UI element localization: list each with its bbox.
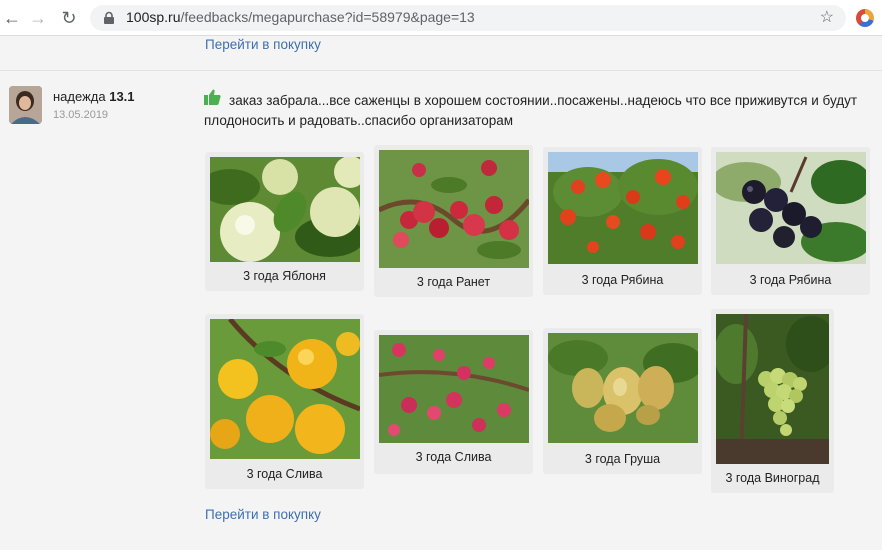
url-text: 100sp.ru/feedbacks/megapurchase?id=58979… <box>126 9 475 25</box>
apple-tree-photo <box>210 157 360 262</box>
photo-caption: 3 года Груша <box>584 452 661 466</box>
extension-icon[interactable] <box>856 9 874 27</box>
rowan-tree-photo <box>548 152 698 264</box>
reload-icon[interactable]: ↻ <box>57 6 81 30</box>
yellow-plum-photo <box>210 319 360 459</box>
photo-caption: 3 года Виноград <box>725 471 820 485</box>
review-date: 13.05.2019 <box>53 109 109 121</box>
chokeberry-photo <box>716 152 866 264</box>
photo-caption: 3 года Ранет <box>416 275 491 289</box>
photo-card[interactable]: 3 года Ранет <box>374 145 533 297</box>
review-author[interactable]: надежда 13.1 <box>53 89 135 104</box>
photo-card[interactable]: 3 года Виноград <box>711 309 834 493</box>
photo-caption: 3 года Рябина <box>581 273 664 287</box>
avatar[interactable] <box>9 86 42 124</box>
forward-arrow-icon[interactable]: → <box>26 6 50 30</box>
photo-caption: 3 года Слива <box>415 450 492 464</box>
photo-card[interactable]: 3 года Груша <box>543 328 702 474</box>
lock-icon <box>104 11 114 24</box>
photo-card[interactable]: 3 года Слива <box>205 314 364 489</box>
goto-purchase-link-top[interactable]: Перейти в покупку <box>205 37 321 52</box>
photo-card[interactable]: 3 года Яблоня <box>205 152 364 291</box>
pear-tree-photo <box>548 333 698 443</box>
grape-vine-photo <box>716 314 829 464</box>
photo-caption: 3 года Яблоня <box>243 269 326 283</box>
back-arrow-icon[interactable]: ← <box>0 6 24 30</box>
divider <box>0 70 882 71</box>
browser-toolbar: ← → ↻ 100sp.ru/feedbacks/megapurchase?id… <box>0 0 882 36</box>
plum-tree-photo <box>379 335 529 443</box>
photo-card[interactable]: 3 года Рябина <box>543 147 702 295</box>
star-icon[interactable]: ☆ <box>820 7 834 27</box>
photo-caption: 3 года Рябина <box>749 273 832 287</box>
review-text: заказ забрала...все саженцы в хорошем со… <box>204 93 858 128</box>
ranet-tree-photo <box>379 150 529 268</box>
photo-card[interactable]: 3 года Слива <box>374 330 533 474</box>
photo-caption: 3 года Слива <box>246 467 323 481</box>
goto-purchase-link-bottom[interactable]: Перейти в покупку <box>205 507 321 522</box>
address-bar[interactable]: 100sp.ru/feedbacks/megapurchase?id=58979… <box>90 5 846 31</box>
photo-card[interactable]: 3 года Рябина <box>711 147 870 295</box>
